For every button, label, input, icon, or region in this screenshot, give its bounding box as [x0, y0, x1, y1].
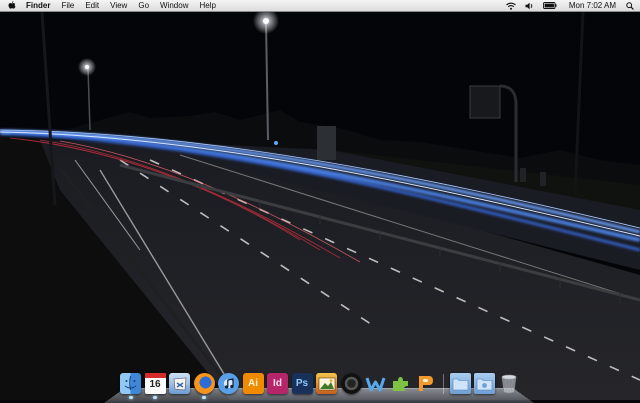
mail-icon[interactable]: [169, 373, 190, 394]
aperture-icon[interactable]: [340, 373, 362, 394]
apple-menu-icon[interactable]: [8, 1, 18, 10]
wifi-icon[interactable]: [505, 2, 516, 10]
app-menu-finder[interactable]: Finder: [26, 0, 50, 11]
desktop-wallpaper: [0, 0, 640, 400]
pages-icon[interactable]: [414, 373, 435, 394]
volume-icon[interactable]: [525, 2, 534, 10]
downloads-folder-icon[interactable]: [474, 373, 495, 394]
applications-folder-icon[interactable]: [449, 373, 471, 394]
menu-bar: Finder File Edit View Go Window Help Mon…: [0, 0, 640, 12]
menu-go[interactable]: Go: [138, 0, 149, 11]
indesign-icon[interactable]: Id: [267, 373, 288, 394]
web-icon[interactable]: [365, 373, 386, 394]
iphoto-icon[interactable]: [316, 373, 337, 394]
indesign-label: Id: [273, 378, 282, 389]
calendar-icon[interactable]: 16: [144, 373, 166, 399]
menu-edit[interactable]: Edit: [85, 0, 99, 11]
puzzle-icon[interactable]: [390, 373, 411, 394]
calendar-date: 16: [149, 379, 161, 390]
photoshop-icon[interactable]: Ps: [291, 373, 313, 394]
trash-icon[interactable]: [499, 373, 520, 394]
itunes-icon[interactable]: [218, 373, 239, 394]
spotlight-icon[interactable]: [626, 1, 634, 10]
battery-icon[interactable]: [542, 2, 557, 9]
dock: 16 Ai Id Ps: [120, 368, 523, 399]
illustrator-label: Ai: [248, 378, 258, 389]
dock-divider: [442, 374, 444, 394]
menu-help[interactable]: Help: [199, 0, 215, 11]
finder-icon[interactable]: [120, 373, 141, 399]
firefox-icon[interactable]: [193, 373, 215, 399]
menu-file[interactable]: File: [61, 0, 74, 11]
menu-view[interactable]: View: [110, 0, 127, 11]
menu-window[interactable]: Window: [160, 0, 188, 11]
status-area: Mon 7:02 AM: [497, 0, 634, 11]
photoshop-label: Ps: [295, 378, 309, 389]
menu-clock[interactable]: Mon 7:02 AM: [569, 0, 616, 11]
illustrator-icon[interactable]: Ai: [242, 373, 264, 394]
